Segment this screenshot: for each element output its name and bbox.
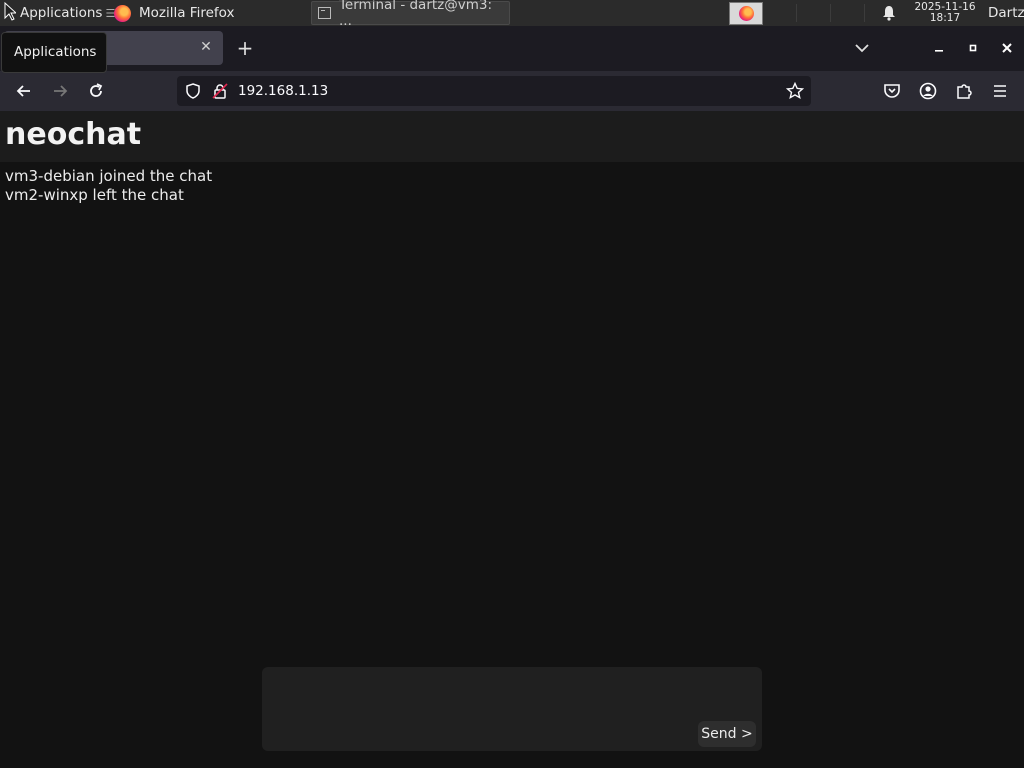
- bookmark-star-icon[interactable]: [786, 82, 804, 100]
- panel-separator: [864, 4, 865, 22]
- chat-message: vm3-debian joined the chat: [5, 167, 213, 185]
- url-text: 192.168.1.13: [238, 83, 329, 99]
- chat-message: vm2-winxp left the chat: [5, 186, 184, 204]
- chat-message-list: vm3-debian joined the chat vm2-winxp lef…: [5, 167, 212, 205]
- desktop-panel: Applications ☰ Mozilla Firefox Terminal …: [0, 0, 1024, 29]
- reload-icon[interactable]: [86, 81, 106, 101]
- tab-tooltip: Applications: [1, 32, 107, 73]
- workspace-switcher[interactable]: [729, 2, 763, 25]
- taskbar-item-firefox[interactable]: Mozilla Firefox: [108, 1, 308, 25]
- close-icon: [1002, 43, 1012, 53]
- panel-separator: [830, 4, 831, 22]
- insecure-lock-icon[interactable]: [212, 83, 228, 99]
- panel-separator: [796, 4, 797, 22]
- user-menu[interactable]: Dartz: [988, 0, 1024, 26]
- hamburger-menu-icon[interactable]: [990, 81, 1010, 101]
- terminal-icon: [318, 7, 331, 19]
- close-tab-icon[interactable]: ✕: [197, 38, 215, 56]
- firefox-icon: [738, 6, 754, 21]
- page-header: neochat: [0, 111, 1024, 162]
- page-title: neochat: [5, 117, 142, 152]
- minimize-window-button[interactable]: [929, 38, 949, 58]
- taskbar-item-label: Mozilla Firefox: [139, 5, 235, 21]
- account-icon[interactable]: [918, 81, 938, 101]
- pocket-icon[interactable]: [882, 81, 902, 101]
- forward-arrow-icon[interactable]: [50, 81, 70, 101]
- send-button[interactable]: Send >: [698, 721, 756, 747]
- notification-bell-icon[interactable]: [882, 5, 896, 21]
- applications-menu-button[interactable]: Applications ☰: [0, 0, 115, 26]
- browser-nav-bar: 192.168.1.13: [0, 71, 1024, 111]
- extensions-puzzle-icon[interactable]: [954, 81, 974, 101]
- firefox-icon: [114, 4, 131, 22]
- taskbar-item-terminal[interactable]: Terminal - dartz@vm3: ...: [311, 0, 510, 29]
- maximize-icon: [969, 44, 977, 52]
- taskbar-item-label: Terminal - dartz@vm3: ...: [338, 0, 493, 29]
- back-arrow-icon[interactable]: [14, 81, 34, 101]
- list-all-tabs-chevron-icon[interactable]: [852, 38, 872, 58]
- tracking-protection-shield-icon[interactable]: [185, 83, 201, 99]
- web-page: neochat vm3-debian joined the chat vm2-w…: [0, 111, 1024, 768]
- maximize-window-button[interactable]: [963, 38, 983, 58]
- minimize-icon: [935, 50, 943, 52]
- new-tab-button[interactable]: +: [234, 34, 256, 62]
- close-window-button[interactable]: [997, 38, 1017, 58]
- plus-icon: +: [236, 36, 254, 60]
- clock-time: 18:17: [929, 12, 961, 24]
- message-composer: Send >: [262, 667, 762, 751]
- address-bar[interactable]: 192.168.1.13: [177, 76, 811, 106]
- panel-clock[interactable]: 2025-11-16 18:17: [906, 0, 984, 26]
- message-input[interactable]: [262, 667, 762, 751]
- applications-menu-label: Applications: [20, 5, 103, 21]
- browser-tab-bar: ✕ +: [0, 26, 1024, 71]
